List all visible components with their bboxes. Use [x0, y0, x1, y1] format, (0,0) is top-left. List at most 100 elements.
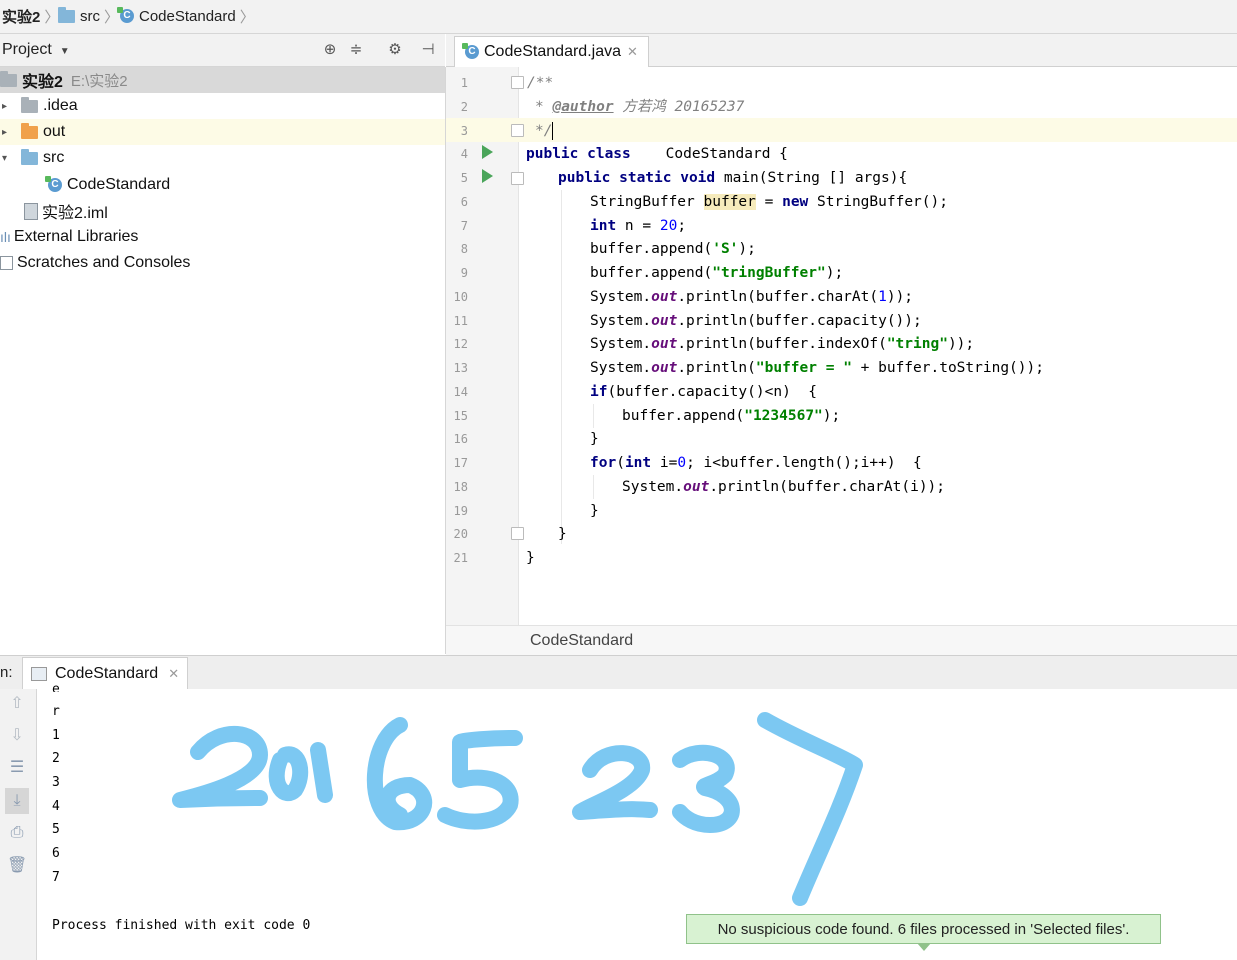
- tree-item-project-root[interactable]: 实验2 E:\实验2: [0, 67, 445, 93]
- arrow-up-icon[interactable]: ⇧: [7, 694, 27, 714]
- line-number: 17: [453, 456, 468, 470]
- console-line: 7: [52, 870, 60, 885]
- fold-marker-icon[interactable]: [511, 124, 524, 137]
- tree-item-iml[interactable]: 实验2.iml: [0, 198, 445, 224]
- breadcrumb-item-project[interactable]: 实验2 〉: [2, 6, 59, 26]
- trash-icon[interactable]: 🗑: [7, 856, 27, 876]
- console-line: 5: [52, 822, 60, 837]
- project-view-selector[interactable]: Project ▼: [2, 41, 70, 59]
- close-icon[interactable]: ✕: [168, 666, 179, 682]
- line-number: 21: [453, 551, 468, 565]
- indent-guide: [561, 190, 562, 544]
- console-line: 6: [52, 846, 60, 861]
- run-class-icon[interactable]: [482, 145, 493, 159]
- tree-item-codestandard[interactable]: C CodeStandard: [0, 172, 445, 198]
- class-icon: C: [117, 7, 134, 23]
- fold-marker-icon[interactable]: [511, 527, 524, 540]
- close-icon[interactable]: ✕: [627, 44, 638, 60]
- code-line: public static void main(String [] args){: [558, 170, 908, 186]
- expand-arrow-icon[interactable]: ▸: [2, 127, 7, 138]
- code-line: * @author 方若鸿 20165237: [535, 99, 745, 115]
- line-number: 16: [453, 432, 468, 446]
- code-line: for(int i=0; i<buffer.length();i++) {: [590, 455, 922, 471]
- tree-item-scratches[interactable]: Scratches and Consoles: [0, 250, 445, 276]
- tree-item-out[interactable]: ▸ out: [0, 119, 445, 145]
- tree-item-idea[interactable]: ▸ .idea: [0, 93, 445, 119]
- line-number: 15: [453, 409, 468, 423]
- code-line: }: [558, 526, 567, 542]
- code-line: /**: [527, 75, 554, 91]
- collapse-arrow-icon[interactable]: ▾: [2, 153, 7, 164]
- print-icon[interactable]: ⎙: [7, 823, 27, 843]
- console-line: 3: [52, 775, 60, 790]
- line-number: 7: [460, 219, 468, 233]
- soft-wrap-icon[interactable]: ☰: [7, 758, 27, 778]
- code-line: System.out.println(buffer.charAt(i));: [622, 479, 946, 495]
- gear-icon[interactable]: ⚙: [387, 42, 403, 58]
- line-number: 6: [460, 195, 468, 209]
- console-line-exit: Process finished with exit code 0: [52, 918, 311, 933]
- console-icon: [31, 666, 47, 681]
- console-line: 4: [52, 799, 60, 814]
- project-panel-header: Project ▼ ⊕ ≑ ⚙ ⊣: [0, 34, 445, 67]
- line-number: 5: [460, 171, 468, 185]
- tree-item-src[interactable]: ▾ src: [0, 145, 445, 171]
- fold-marker-icon[interactable]: [511, 172, 524, 185]
- code-line: }: [590, 431, 599, 447]
- console-line: 2: [52, 751, 60, 766]
- console-line: r: [52, 704, 60, 719]
- run-toolbar: ⇧ ⇩ ☰ ⤓ ⎙ 🗑: [0, 689, 37, 960]
- scroll-to-end-icon[interactable]: ⤓: [5, 788, 29, 814]
- module-file-icon: [24, 202, 38, 220]
- code-line: System.out.println("buffer = " + buffer.…: [590, 360, 1044, 376]
- line-number: 1: [460, 76, 468, 90]
- breadcrumb-item-class[interactable]: C CodeStandard 〉: [117, 6, 255, 26]
- footer-class-label[interactable]: CodeStandard: [530, 632, 633, 650]
- source-folder-icon: [21, 148, 38, 165]
- line-number: 2: [460, 100, 468, 114]
- tab-codestandard-java[interactable]: C CodeStandard.java ✕: [454, 36, 649, 67]
- code-line: buffer.append("tringBuffer");: [590, 265, 844, 281]
- line-number: 20: [453, 527, 468, 541]
- line-number: 18: [453, 480, 468, 494]
- current-line-highlight: [446, 118, 1237, 142]
- chevron-right-icon: 〉: [239, 8, 255, 26]
- run-panel-header: n: CodeStandard ✕: [0, 655, 1237, 690]
- code-line: buffer.append('S');: [590, 241, 756, 257]
- line-number: 12: [453, 337, 468, 351]
- line-number: 9: [460, 266, 468, 280]
- breadcrumb: 实验2 〉 src 〉 C CodeStandard 〉: [0, 0, 1237, 34]
- editor-tab-bar: C CodeStandard.java ✕: [446, 34, 1237, 67]
- line-number: 14: [453, 385, 468, 399]
- handwritten-scribble: [172, 712, 863, 906]
- indent-guide: [593, 475, 594, 499]
- folder-icon: [21, 96, 38, 113]
- text-cursor: [552, 122, 554, 140]
- code-line: if(buffer.capacity()<n) {: [590, 384, 817, 400]
- code-line: StringBuffer buffer = new StringBuffer()…: [590, 194, 948, 210]
- breadcrumb-item-src[interactable]: src 〉: [58, 6, 119, 26]
- expand-arrow-icon[interactable]: ▸: [2, 101, 7, 112]
- line-number: 11: [453, 314, 468, 328]
- folder-icon: [58, 6, 75, 23]
- run-main-icon[interactable]: [482, 169, 493, 183]
- run-panel-label: n:: [0, 664, 13, 681]
- line-number: 8: [460, 242, 468, 256]
- line-number: 13: [453, 361, 468, 375]
- editor-breadcrumb-footer: CodeStandard: [446, 625, 1237, 655]
- fold-marker-icon[interactable]: [511, 76, 524, 89]
- code-line: }: [526, 550, 535, 566]
- code-line: System.out.println(buffer.indexOf("tring…: [590, 336, 975, 352]
- line-number: 19: [453, 504, 468, 518]
- line-number: 10: [453, 290, 468, 304]
- console-line: e: [52, 682, 60, 692]
- dropdown-icon: ▼: [59, 46, 70, 57]
- locate-icon[interactable]: ⊕: [322, 42, 338, 58]
- tab-run-codestandard[interactable]: CodeStandard ✕: [22, 657, 189, 689]
- collapse-all-icon[interactable]: ≑: [348, 42, 364, 58]
- tree-item-external-libraries[interactable]: ılı External Libraries: [0, 224, 445, 250]
- arrow-down-icon[interactable]: ⇩: [7, 726, 27, 746]
- folder-icon: [21, 122, 38, 139]
- notification-balloon[interactable]: No suspicious code found. 6 files proces…: [686, 914, 1161, 951]
- hide-panel-icon[interactable]: ⊣: [420, 42, 436, 58]
